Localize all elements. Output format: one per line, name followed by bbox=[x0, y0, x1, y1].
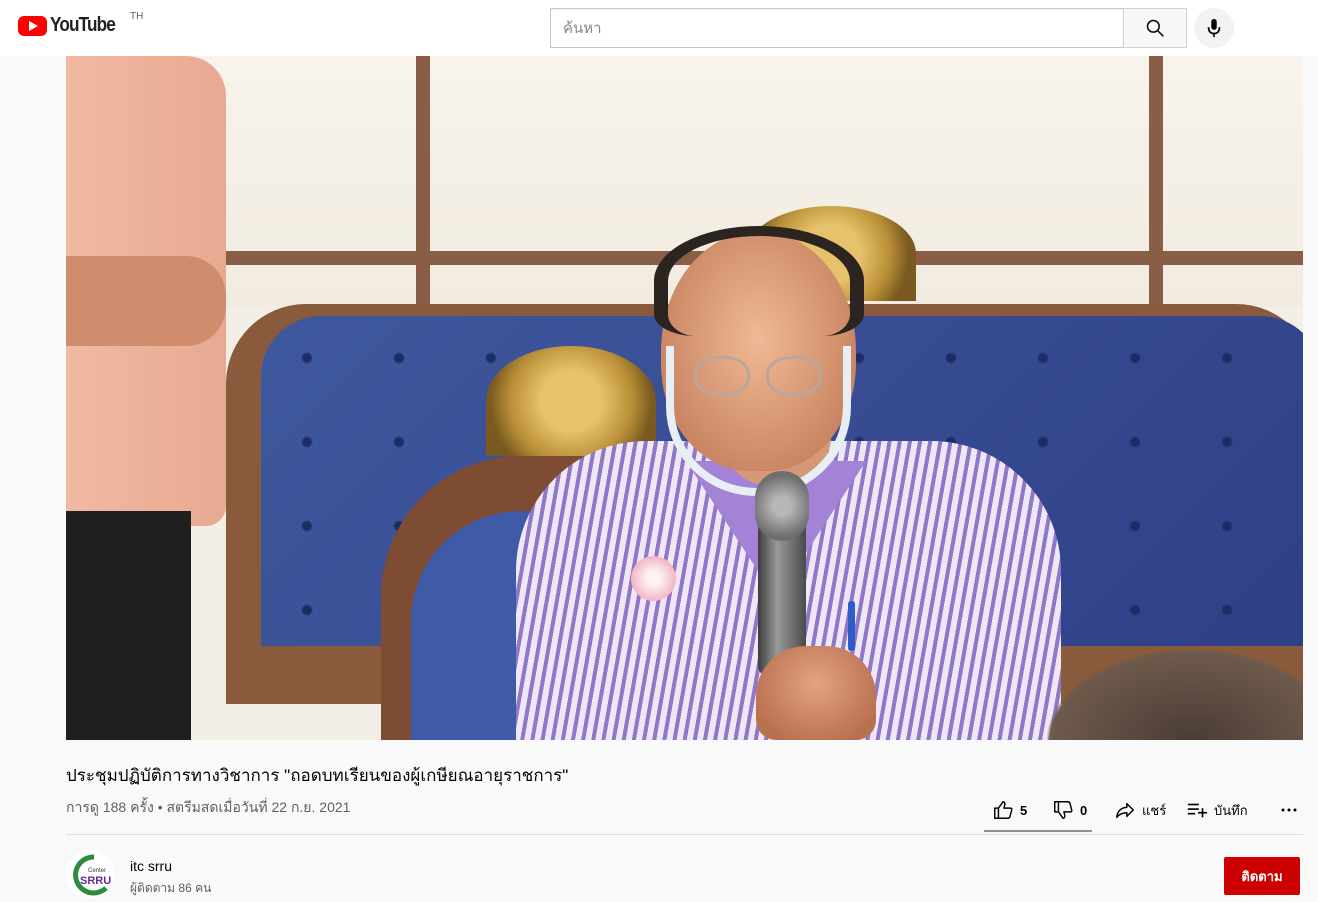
avatar-main-text: SRRU bbox=[80, 875, 111, 887]
search-icon bbox=[1146, 19, 1164, 37]
youtube-play-icon bbox=[18, 15, 47, 36]
subscribe-button[interactable]: ติดตาม bbox=[1224, 857, 1300, 895]
standing-person-legs bbox=[66, 511, 191, 740]
video-player[interactable] bbox=[66, 56, 1303, 740]
masthead: YouTube TH bbox=[0, 0, 1318, 56]
channel-name[interactable]: itc srru bbox=[130, 858, 172, 874]
standing-person-arm bbox=[66, 256, 226, 346]
channel-avatar[interactable]: Center SRRU bbox=[66, 850, 114, 898]
thumb-down-icon bbox=[1054, 801, 1073, 819]
search-input[interactable] bbox=[550, 8, 1123, 48]
subscriber-count: ผู้ติดตาม 86 คน bbox=[130, 881, 212, 895]
share-icon bbox=[1116, 802, 1134, 819]
save-button[interactable]: บันทึก bbox=[1186, 792, 1266, 828]
glasses bbox=[694, 356, 750, 396]
dislike-count: 0 bbox=[1080, 802, 1088, 818]
speaker-hands bbox=[756, 646, 876, 740]
more-icon bbox=[1281, 808, 1297, 812]
country-code: TH bbox=[130, 11, 144, 22]
chair-crest bbox=[486, 346, 656, 456]
search-button[interactable] bbox=[1123, 8, 1187, 48]
glasses bbox=[766, 356, 822, 396]
wall-beam bbox=[1149, 56, 1163, 306]
speaker-hair bbox=[654, 226, 864, 336]
video-title: ประชุมปฏิบัติการทางวิชาการ "ถอดบทเรียนขอ… bbox=[66, 766, 569, 785]
playlist-add-icon bbox=[1187, 803, 1208, 818]
like-button[interactable]: 5 bbox=[992, 792, 1047, 828]
microphone-icon bbox=[1207, 18, 1221, 38]
channel-logo: Center SRRU bbox=[66, 850, 114, 898]
avatar-top-text: Center bbox=[88, 868, 106, 874]
dislike-button[interactable]: 0 bbox=[1052, 792, 1110, 828]
foreground-person bbox=[1026, 636, 1303, 740]
video-actions: 5 0 แชร์ บันทึก bbox=[988, 790, 1304, 830]
voice-search-button[interactable] bbox=[1194, 8, 1234, 48]
share-label: แชร์ bbox=[1142, 802, 1167, 818]
sentiment-bar bbox=[984, 830, 1092, 832]
share-button[interactable]: แชร์ bbox=[1114, 792, 1176, 828]
more-actions-button[interactable] bbox=[1280, 792, 1304, 828]
pen bbox=[848, 601, 855, 651]
corsage bbox=[631, 556, 676, 601]
search-box bbox=[550, 8, 1187, 48]
wall-beam bbox=[416, 56, 430, 306]
video-meta: การดู 188 ครั้ง • สตรีมสดเมื่อวันที่ 22 … bbox=[66, 799, 351, 815]
youtube-logo[interactable]: YouTube TH bbox=[18, 11, 143, 37]
microphone-head bbox=[755, 471, 809, 541]
logo-text: YouTube bbox=[50, 14, 116, 36]
thumb-up-icon bbox=[994, 801, 1013, 819]
divider bbox=[66, 834, 1303, 835]
save-label: บันทึก bbox=[1214, 802, 1248, 818]
like-count: 5 bbox=[1020, 802, 1028, 818]
